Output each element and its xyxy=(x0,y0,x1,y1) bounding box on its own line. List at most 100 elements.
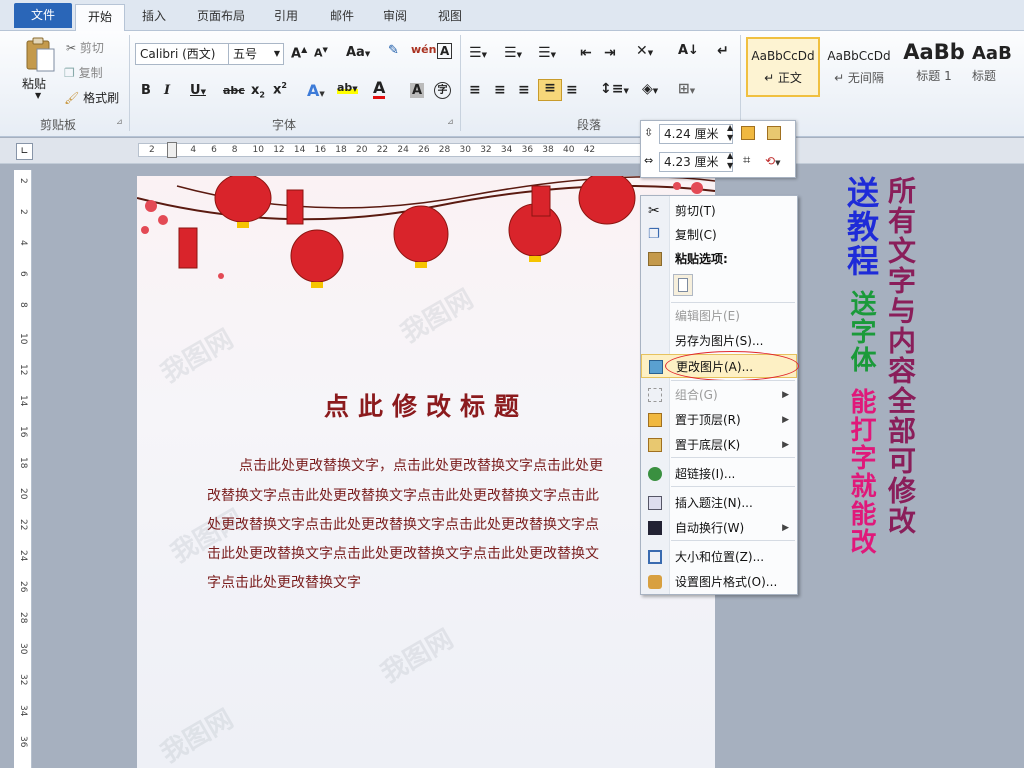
clear-format-icon[interactable]: ✎ xyxy=(388,43,399,58)
watermark-text: 我图网 xyxy=(155,704,239,768)
decrease-indent-icon[interactable]: ⇤ xyxy=(580,45,592,61)
highlight-button[interactable]: ab▼ xyxy=(337,81,358,94)
numbering-icon[interactable]: ☰▼ xyxy=(504,45,522,61)
character-shading-icon[interactable]: A xyxy=(410,83,425,98)
copy-button[interactable]: ❐ 复制 xyxy=(64,64,103,81)
menu-item-size-position[interactable]: 大小和位置(Z)... xyxy=(641,545,797,569)
align-left-icon[interactable]: ≡ xyxy=(469,82,481,98)
menu-item-copy[interactable]: ❐ 复制(C) xyxy=(641,223,797,247)
menu-item-save-as-picture[interactable]: 另存为图片(S)... xyxy=(641,329,797,353)
enclose-character-icon[interactable]: 字 xyxy=(434,82,451,99)
increase-indent-icon[interactable]: ⇥ xyxy=(604,45,616,61)
paste-button[interactable]: 粘贴 ▼ xyxy=(20,35,60,107)
bold-button[interactable]: B xyxy=(141,83,151,98)
menu-item-send-back[interactable]: 置于底层(K) ▶ xyxy=(641,433,797,457)
tab-references[interactable]: 引用 xyxy=(264,4,308,31)
spinner-icon[interactable]: ▲ ▼ xyxy=(727,151,733,171)
scissors-icon: ✂ xyxy=(66,41,77,55)
text-effects-button[interactable]: A▼ xyxy=(307,81,325,100)
superscript-button[interactable]: x2 xyxy=(273,81,287,97)
menu-item-label: 组合(G) xyxy=(675,388,718,402)
tab-mailings[interactable]: 邮件 xyxy=(320,4,364,31)
tab-layout[interactable]: 页面布局 xyxy=(188,4,254,31)
menu-item-cut[interactable]: ✂ 剪切(T) xyxy=(641,199,797,223)
ruler-number: 36 xyxy=(18,736,28,748)
crop-icon[interactable]: ⌗ xyxy=(743,153,750,168)
align-right-icon[interactable]: ≡ xyxy=(518,82,530,98)
horizontal-ruler[interactable]: 224681012141618202224262830323436384042 xyxy=(138,143,718,157)
body-line[interactable]: 击此处更改替换文字点击此处更改替换文字点击此处更改替换文 xyxy=(207,543,715,563)
menu-item-text-wrap[interactable]: 自动换行(W) ▶ xyxy=(641,516,797,540)
tab-insert[interactable]: 插入 xyxy=(132,4,176,31)
ruler-number: 16 xyxy=(314,145,327,155)
brush-icon: 🖌 xyxy=(64,91,80,105)
rotate-icon[interactable]: ⟲▼ xyxy=(765,154,780,168)
ruler-number: 26 xyxy=(418,145,430,155)
vertical-ruler[interactable]: 2 2 4 6 8 10 12 14 16 18 20 22 24 26 28 30 32 34 36 xyxy=(14,170,32,768)
body-line[interactable]: 处更改替换文字点击此处更改替换文字点击此处更改替换文字点 xyxy=(207,514,715,534)
tab-view[interactable]: 视图 xyxy=(428,4,472,31)
font-group-label: 字体 xyxy=(272,118,297,132)
justify-icon[interactable]: ≡ xyxy=(538,79,562,101)
menu-item-group[interactable]: 组合(G) ▶ xyxy=(641,383,797,407)
ruler-number: 18 xyxy=(18,457,28,469)
ruler-number: 30 xyxy=(459,145,471,155)
body-line[interactable]: 改替换文字点击此处更改替换文字点击此处更改替换文字点击此 xyxy=(207,485,715,505)
distribute-icon[interactable]: ≡ xyxy=(566,82,578,98)
menu-item-bring-front[interactable]: 置于顶层(R) ▶ xyxy=(641,408,797,432)
strikethrough-button[interactable]: abc xyxy=(223,84,245,97)
ruler-number: 22 xyxy=(376,145,389,155)
document-title[interactable]: 点此修改标题 xyxy=(137,387,715,423)
bullets-icon[interactable]: ☰▼ xyxy=(469,45,487,61)
asian-layout-icon[interactable]: ✕▼ xyxy=(636,43,653,59)
sort-icon[interactable]: A↓ xyxy=(678,43,699,58)
style-label: 标题 xyxy=(972,69,997,83)
body-line[interactable]: 字点击此处更改替换文字 xyxy=(207,572,715,592)
menu-item-hyperlink[interactable]: 超链接(I)... xyxy=(641,462,797,486)
font-color-button[interactable]: A xyxy=(373,80,386,99)
style-title[interactable]: AaB 标题 xyxy=(972,37,1024,97)
underline-button[interactable]: U▼ xyxy=(190,83,206,98)
width-input[interactable]: 4.23 厘米 xyxy=(659,152,733,172)
shading-icon[interactable]: ◈▼ xyxy=(642,81,658,97)
paste-picture-option-icon[interactable] xyxy=(673,274,693,296)
font-name-select[interactable]: Calibri (西文) xyxy=(135,43,229,65)
dialog-launcher-icon[interactable]: ⊿ xyxy=(447,117,454,126)
change-case-button[interactable]: Aa▼ xyxy=(346,45,370,60)
document-page[interactable]: 我图网 我图网 我图网 我图网 我图网 点此修改标题 点击此处更改替换文字，点击… xyxy=(137,176,715,768)
align-center-icon[interactable]: ≡ xyxy=(494,82,506,98)
dialog-launcher-icon[interactable]: ⊿ xyxy=(116,117,123,126)
tab-review[interactable]: 审阅 xyxy=(373,4,417,31)
format-painter-button[interactable]: 🖌 格式刷 xyxy=(64,89,119,106)
phonetic-guide-icon[interactable]: wén xyxy=(411,43,436,56)
line-spacing-icon[interactable]: ↕≡▼ xyxy=(600,81,629,97)
cut-button[interactable]: ✂ 剪切 xyxy=(66,39,104,56)
bring-forward-icon[interactable] xyxy=(741,126,755,140)
style-heading1[interactable]: AaBb 标题 1 xyxy=(898,37,970,97)
menu-item-format-picture[interactable]: 设置图片格式(O)... xyxy=(641,570,797,594)
borders-icon[interactable]: ⊞▼ xyxy=(678,81,695,97)
style-no-spacing[interactable]: AaBbCcDd ↵ 无间隔 xyxy=(822,37,896,97)
menu-item-insert-caption[interactable]: 插入题注(N)... xyxy=(641,491,797,515)
lantern-decoration-image[interactable] xyxy=(137,176,715,296)
style-normal[interactable]: AaBbCcDd ↵ 正文 xyxy=(746,37,820,97)
spinner-icon[interactable]: ▲ ▼ xyxy=(727,123,733,143)
subscript-button[interactable]: x2 xyxy=(251,83,265,100)
character-border-icon[interactable]: A xyxy=(437,43,453,59)
ruler-number: 14 xyxy=(293,145,306,155)
menu-item-edit-picture[interactable]: 编辑图片(E) xyxy=(641,304,797,328)
copy-icon: ❐ xyxy=(648,227,660,242)
shrink-font-button[interactable]: A▼ xyxy=(314,46,328,60)
font-size-select[interactable]: 五号 ▼ xyxy=(228,43,284,65)
show-marks-icon[interactable]: ↵ xyxy=(717,43,729,59)
tab-home[interactable]: 开始 xyxy=(75,4,125,31)
multilevel-list-icon[interactable]: ☰▼ xyxy=(538,45,556,61)
tab-selector-icon[interactable]: ∟ xyxy=(16,143,33,160)
tab-file[interactable]: 文件 xyxy=(14,3,72,28)
grow-font-button[interactable]: A▲ xyxy=(291,45,307,61)
height-input[interactable]: 4.24 厘米 xyxy=(659,124,733,144)
context-menu: ✂ 剪切(T) ❐ 复制(C) 粘贴选项: 编辑图片(E) 另存为图片(S)... … xyxy=(640,195,799,595)
send-backward-icon[interactable] xyxy=(767,126,781,140)
indent-marker-icon[interactable] xyxy=(167,142,177,158)
italic-button[interactable]: I xyxy=(164,83,170,98)
